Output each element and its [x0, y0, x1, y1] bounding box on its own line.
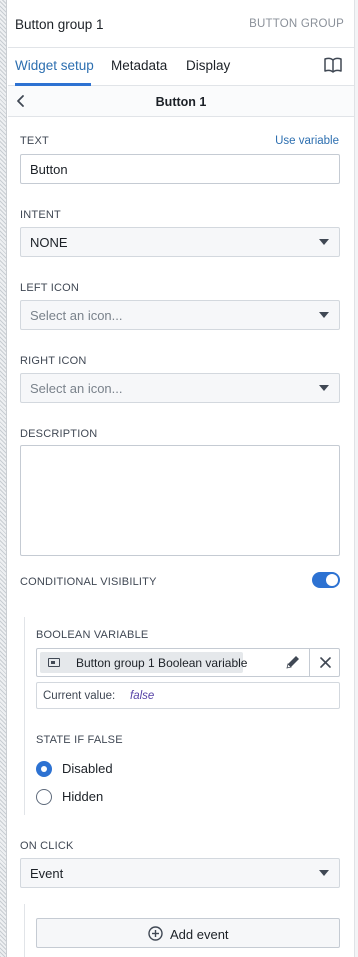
left-icon-placeholder: Select an icon... — [30, 308, 123, 323]
left-icon-label: LEFT ICON — [20, 282, 80, 294]
toggle-knob — [326, 574, 338, 586]
tab-bar: Widget setup Metadata Display — [8, 48, 354, 86]
current-value-label: Current value: — [43, 690, 116, 702]
panel-header: Button group 1 BUTTON GROUP — [8, 0, 354, 48]
scrollbar-track[interactable] — [354, 0, 358, 957]
widget-config-panel: Button group 1 BUTTON GROUP Widget setup… — [8, 0, 354, 957]
right-icon-placeholder: Select an icon... — [30, 381, 123, 396]
radio-button-hidden[interactable] — [36, 789, 52, 805]
use-variable-link[interactable]: Use variable — [275, 135, 339, 147]
caret-down-icon — [319, 870, 329, 876]
close-icon[interactable] — [318, 655, 333, 670]
button-title: Button 1 — [155, 95, 207, 109]
variable-name: Button group 1 Boolean variable — [76, 656, 248, 670]
text-input[interactable]: Button — [20, 154, 340, 184]
book-icon[interactable] — [324, 57, 342, 73]
boolean-variable-field[interactable]: Button group 1 Boolean variable — [36, 648, 340, 677]
text-label: TEXT — [20, 135, 49, 147]
current-value: false — [130, 690, 155, 702]
button-subheader: Button 1 — [8, 86, 354, 117]
widget-type-label: BUTTON GROUP — [249, 18, 344, 30]
state-if-false-label: STATE IF FALSE — [36, 734, 123, 746]
plus-circle-icon — [148, 926, 163, 941]
description-textarea[interactable] — [20, 445, 340, 556]
conditional-visibility-toggle[interactable] — [312, 572, 340, 588]
intent-label: INTENT — [20, 209, 61, 221]
right-icon-label: RIGHT ICON — [20, 355, 87, 367]
add-event-button[interactable]: Add event — [36, 918, 340, 948]
radio-button-disabled[interactable] — [36, 761, 52, 777]
intent-value: NONE — [30, 235, 68, 250]
on-click-select[interactable]: Event — [20, 858, 340, 888]
boolean-variable-icon — [48, 658, 60, 667]
add-event-label: Add event — [170, 927, 229, 942]
widget-title: Button group 1 — [15, 17, 104, 32]
intent-select[interactable]: NONE — [20, 227, 340, 257]
description-label: DESCRIPTION — [20, 428, 98, 440]
tab-display[interactable]: Display — [186, 58, 230, 73]
on-click-label: ON CLICK — [20, 840, 74, 852]
variable-chip[interactable]: Button group 1 Boolean variable — [40, 652, 247, 673]
left-icon-select[interactable]: Select an icon... — [20, 300, 340, 330]
caret-down-icon — [319, 239, 329, 245]
on-click-value: Event — [30, 866, 64, 881]
boolean-variable-label: BOOLEAN VARIABLE — [36, 629, 149, 641]
conditional-visibility-label: CONDITIONAL VISIBILITY — [20, 576, 157, 588]
pencil-icon[interactable] — [284, 654, 301, 671]
tab-metadata[interactable]: Metadata — [111, 58, 167, 73]
radio-label-disabled: Disabled — [62, 761, 113, 776]
radio-label-hidden: Hidden — [62, 789, 104, 804]
visibility-settings-group — [24, 617, 354, 815]
field-divider — [309, 649, 310, 676]
right-icon-select[interactable]: Select an icon... — [20, 373, 340, 403]
resize-rail[interactable] — [0, 0, 7, 957]
caret-down-icon — [319, 312, 329, 318]
tab-widget-setup[interactable]: Widget setup — [15, 58, 94, 73]
current-value-display: Current value: false — [36, 682, 340, 709]
caret-down-icon — [319, 385, 329, 391]
